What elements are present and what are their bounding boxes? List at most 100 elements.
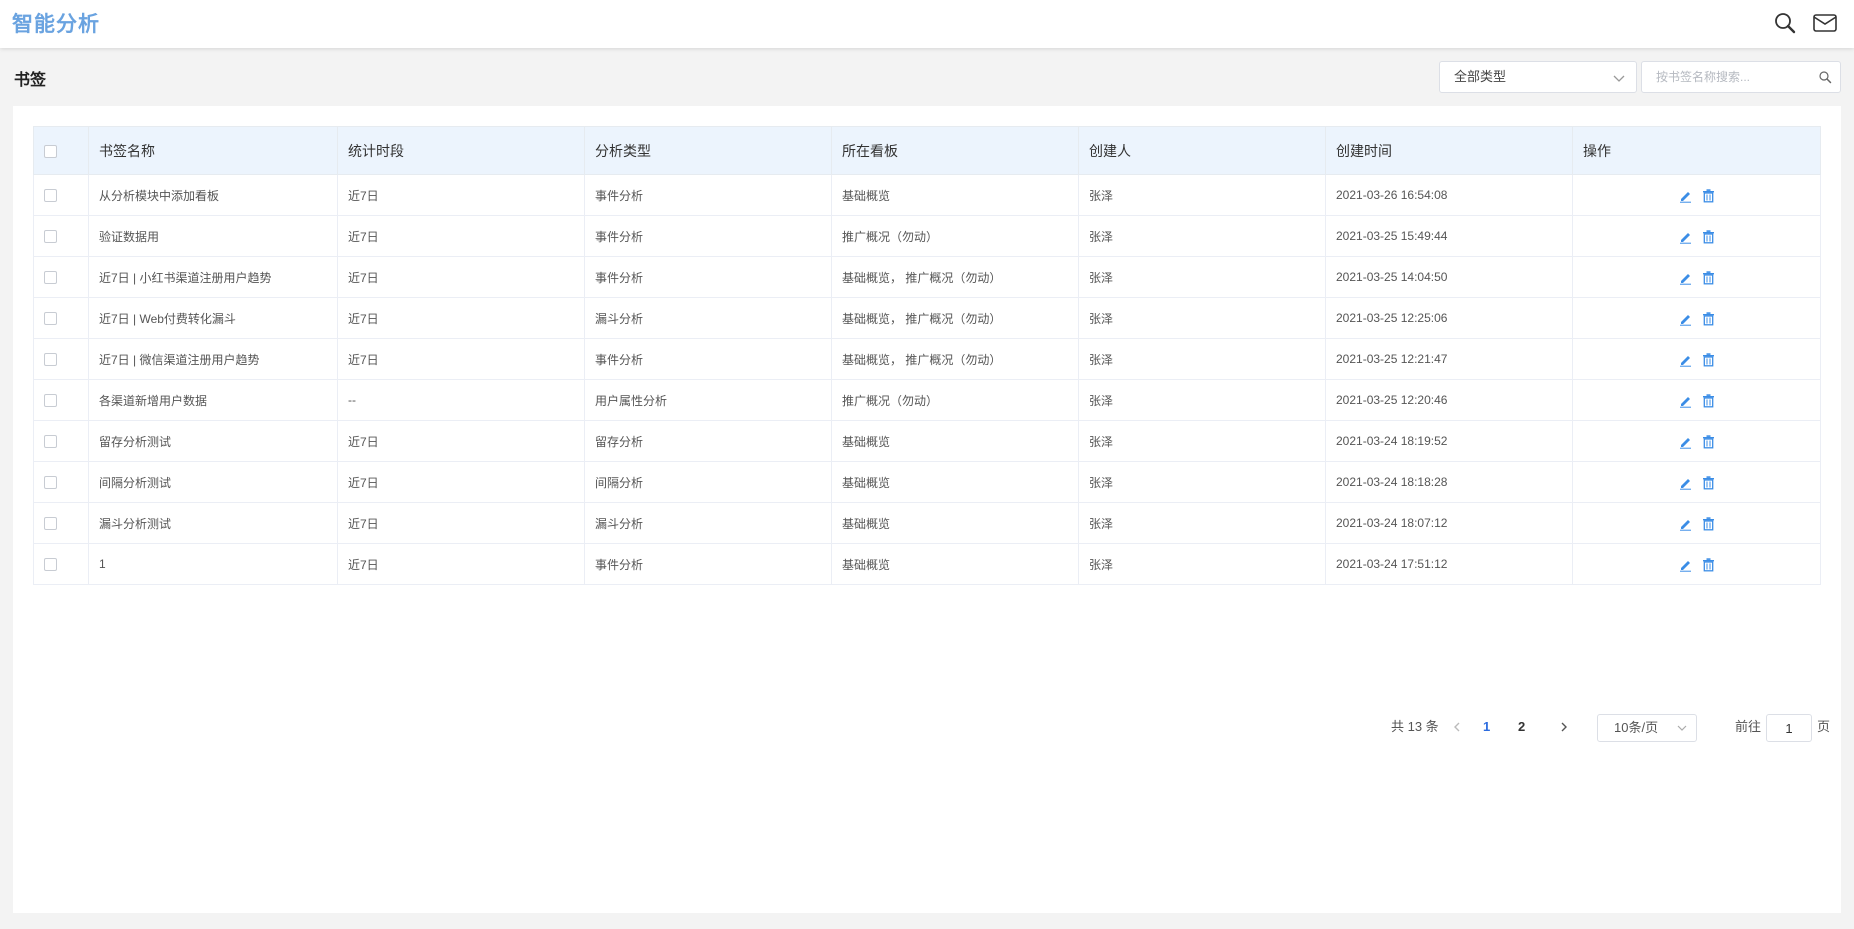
edit-icon[interactable] <box>1678 516 1693 531</box>
bookmark-panel: 书签名称 统计时段 分析类型 所在看板 创建人 创建时间 操作 从分析模块中添加… <box>13 106 1841 913</box>
column-header-name[interactable]: 书签名称 <box>88 126 338 175</box>
table-row[interactable]: 漏斗分析测试 近7日 漏斗分析 基础概览 张泽 2021-03-24 18:07:12 <box>33 502 1821 544</box>
row-actions <box>1572 256 1821 298</box>
table-row[interactable]: 近7日 | 小红书渠道注册用户趋势 近7日 事件分析 基础概览， 推广概况（勿动） 张泽… <box>33 256 1821 298</box>
search-input[interactable] <box>1642 62 1802 92</box>
stat-period: 近7日 <box>337 461 585 503</box>
edit-icon[interactable] <box>1678 311 1693 326</box>
edit-icon[interactable] <box>1678 352 1693 367</box>
dashboard-name: 基础概览 <box>831 174 1079 216</box>
created-time: 2021-03-24 18:18:28 <box>1325 461 1573 503</box>
row-select-cell <box>33 297 89 339</box>
table-row[interactable]: 从分析模块中添加看板 近7日 事件分析 基础概览 张泽 2021-03-26 16:54:… <box>33 174 1821 216</box>
delete-icon[interactable] <box>1701 188 1716 203</box>
row-checkbox[interactable] <box>44 230 57 244</box>
edit-icon[interactable] <box>1678 557 1693 572</box>
page-number-2[interactable]: 2 <box>1518 713 1525 741</box>
created-time: 2021-03-25 12:21:47 <box>1325 338 1573 380</box>
creator: 张泽 <box>1078 256 1326 298</box>
row-actions <box>1572 297 1821 339</box>
delete-icon[interactable] <box>1701 557 1716 572</box>
goto-page-input[interactable] <box>1766 714 1812 742</box>
select-all-checkbox[interactable] <box>44 145 57 159</box>
delete-icon[interactable] <box>1701 270 1716 285</box>
row-checkbox[interactable] <box>44 189 57 203</box>
delete-icon[interactable] <box>1701 352 1716 367</box>
row-actions <box>1572 543 1821 585</box>
delete-icon[interactable] <box>1701 516 1716 531</box>
table-row[interactable]: 留存分析测试 近7日 留存分析 基础概览 张泽 2021-03-24 18:19:52 <box>33 420 1821 462</box>
column-header-creator[interactable]: 创建人 <box>1078 126 1326 175</box>
table-row[interactable]: 各渠道新增用户数据 -- 用户属性分析 推广概况（勿动） 张泽 2021-03-25 12… <box>33 379 1821 421</box>
column-header-period[interactable]: 统计时段 <box>337 126 585 175</box>
prev-page-icon[interactable] <box>1450 720 1464 734</box>
analysis-type: 事件分析 <box>584 338 832 380</box>
mail-icon[interactable] <box>1812 10 1838 36</box>
search-icon[interactable] <box>1772 10 1798 36</box>
bookmark-table: 书签名称 统计时段 分析类型 所在看板 创建人 创建时间 操作 从分析模块中添加… <box>33 126 1821 585</box>
analysis-type: 事件分析 <box>584 174 832 216</box>
creator: 张泽 <box>1078 174 1326 216</box>
bookmark-search[interactable] <box>1641 61 1841 93</box>
analysis-type: 用户属性分析 <box>584 379 832 421</box>
row-checkbox[interactable] <box>44 394 57 408</box>
edit-icon[interactable] <box>1678 270 1693 285</box>
row-checkbox[interactable] <box>44 435 57 449</box>
bookmark-name: 1 <box>88 543 338 585</box>
created-time: 2021-03-25 14:04:50 <box>1325 256 1573 298</box>
row-checkbox[interactable] <box>44 476 57 490</box>
table-row[interactable]: 近7日 | Web付费转化漏斗 近7日 漏斗分析 基础概览， 推广概况（勿动） 张泽 20… <box>33 297 1821 339</box>
table-row[interactable]: 间隔分析测试 近7日 间隔分析 基础概览 张泽 2021-03-24 18:18:28 <box>33 461 1821 503</box>
page-size-select[interactable]: 10条/页 <box>1597 714 1697 742</box>
row-select-cell <box>33 215 89 257</box>
column-header-type[interactable]: 分析类型 <box>584 126 832 175</box>
row-checkbox[interactable] <box>44 312 57 326</box>
delete-icon[interactable] <box>1701 229 1716 244</box>
dashboard-name: 基础概览 <box>831 502 1079 544</box>
row-checkbox[interactable] <box>44 558 57 572</box>
edit-icon[interactable] <box>1678 475 1693 490</box>
table-row[interactable]: 1 近7日 事件分析 基础概览 张泽 2021-03-24 17:51:12 <box>33 543 1821 585</box>
edit-icon[interactable] <box>1678 229 1693 244</box>
delete-icon[interactable] <box>1701 475 1716 490</box>
bookmark-name: 间隔分析测试 <box>88 461 338 503</box>
bookmark-name: 验证数据用 <box>88 215 338 257</box>
created-time: 2021-03-24 18:07:12 <box>1325 502 1573 544</box>
dashboard-name: 基础概览 <box>831 461 1079 503</box>
next-page-icon[interactable] <box>1557 720 1571 734</box>
row-checkbox[interactable] <box>44 271 57 285</box>
stat-period: 近7日 <box>337 420 585 462</box>
edit-icon[interactable] <box>1678 393 1693 408</box>
stat-period: -- <box>337 379 585 421</box>
table-row[interactable]: 验证数据用 近7日 事件分析 推广概况（勿动） 张泽 2021-03-25 15:49:4… <box>33 215 1821 257</box>
dashboard-name: 基础概览， 推广概况（勿动） <box>831 256 1079 298</box>
row-select-cell <box>33 502 89 544</box>
delete-icon[interactable] <box>1701 311 1716 326</box>
column-header-board[interactable]: 所在看板 <box>831 126 1079 175</box>
chevron-down-icon <box>1613 75 1625 82</box>
row-select-cell <box>33 174 89 216</box>
analysis-type: 间隔分析 <box>584 461 832 503</box>
bookmark-name: 近7日 | 小红书渠道注册用户趋势 <box>88 256 338 298</box>
row-checkbox[interactable] <box>44 517 57 531</box>
page-number-1[interactable]: 1 <box>1483 713 1490 741</box>
chevron-down-icon <box>1677 725 1687 731</box>
page-title: 书签 <box>14 72 47 89</box>
dashboard-name: 基础概览， 推广概况（勿动） <box>831 297 1079 339</box>
edit-icon[interactable] <box>1678 188 1693 203</box>
dashboard-name: 推广概况（勿动） <box>831 215 1079 257</box>
table-row[interactable]: 近7日 | 微信渠道注册用户趋势 近7日 事件分析 基础概览， 推广概况（勿动） 张泽 2… <box>33 338 1821 380</box>
type-filter-select[interactable]: 全部类型 <box>1439 61 1637 93</box>
delete-icon[interactable] <box>1701 434 1716 449</box>
delete-icon[interactable] <box>1701 393 1716 408</box>
edit-icon[interactable] <box>1678 434 1693 449</box>
created-time: 2021-03-25 12:25:06 <box>1325 297 1573 339</box>
row-actions <box>1572 461 1821 503</box>
column-header-created[interactable]: 创建时间 <box>1325 126 1573 175</box>
search-icon[interactable] <box>1818 70 1832 84</box>
creator: 张泽 <box>1078 420 1326 462</box>
created-time: 2021-03-25 15:49:44 <box>1325 215 1573 257</box>
row-actions <box>1572 420 1821 462</box>
creator: 张泽 <box>1078 297 1326 339</box>
row-checkbox[interactable] <box>44 353 57 367</box>
